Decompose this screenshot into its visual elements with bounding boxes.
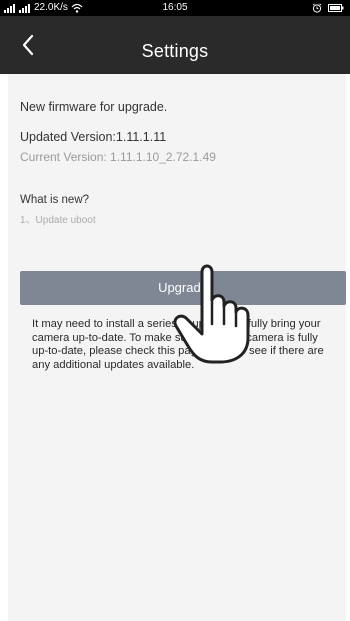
battery-icon bbox=[328, 4, 344, 12]
content-panel: New firmware for upgrade. Updated Versio… bbox=[8, 74, 346, 621]
whats-new-heading: What is new? bbox=[20, 194, 90, 206]
status-bar: 22.0K/s 16:05 bbox=[0, 0, 350, 16]
tap-hand-icon bbox=[173, 264, 250, 364]
updated-version: Updated Version:1.11.1.11 bbox=[20, 130, 167, 144]
firmware-heading: New firmware for upgrade. bbox=[20, 100, 168, 114]
header-bar: Settings bbox=[0, 16, 350, 74]
page-title: Settings bbox=[141, 41, 209, 61]
status-right bbox=[312, 0, 344, 16]
whats-new-item: 1、Update uboot bbox=[20, 215, 96, 226]
current-version: Current Version: 1.11.1.10_2.72.1.49 bbox=[20, 150, 216, 164]
screen: 22.0K/s 16:05 Settings New firmware for … bbox=[0, 0, 350, 621]
alarm-icon bbox=[312, 3, 322, 13]
status-time: 16:05 bbox=[162, 2, 188, 13]
